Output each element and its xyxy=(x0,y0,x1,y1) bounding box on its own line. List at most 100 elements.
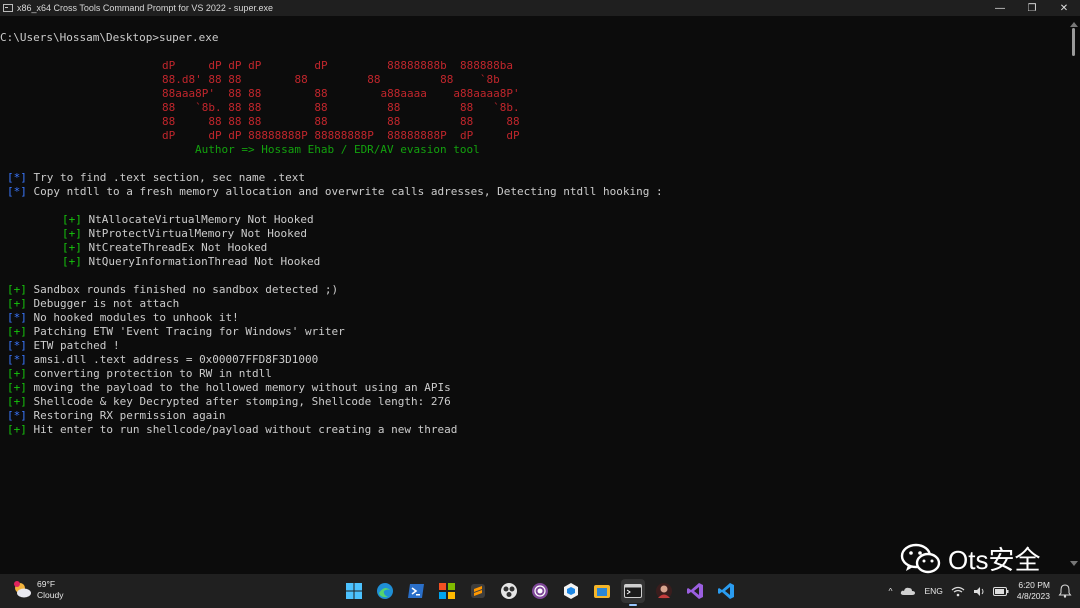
ascii-banner-line: dP dP dP 88888888P 88888888P 88888888P d… xyxy=(162,129,520,142)
clock-date: 4/8/2023 xyxy=(1016,591,1050,601)
notification-bell-icon[interactable] xyxy=(1058,584,1072,598)
onedrive-cloud-icon[interactable] xyxy=(900,586,916,596)
watermark: Ots安全 xyxy=(900,540,1040,577)
ok-tag: [+] xyxy=(62,255,82,268)
vertical-scrollbar[interactable] xyxy=(1068,16,1080,574)
wechat-icon xyxy=(900,543,941,573)
log-text: NtQueryInformationThread Not Hooked xyxy=(88,255,321,268)
log-text: NtCreateThreadEx Not Hooked xyxy=(88,241,268,254)
hook-line: [+] NtAllocateVirtualMemory Not Hooked xyxy=(62,213,314,227)
log-text: Try to find .text section, sec name .tex… xyxy=(33,171,306,184)
log-line: [+] converting protection to RW in ntdll xyxy=(7,367,272,381)
log-text: Hit enter to run shellcode/payload witho… xyxy=(33,423,458,436)
weather-condition: Cloudy xyxy=(37,590,64,600)
volume-icon[interactable] xyxy=(973,586,985,597)
ok-tag: [+] xyxy=(62,241,82,254)
log-text: Shellcode & key Decrypted after stomping… xyxy=(33,395,451,408)
windows-start-icon[interactable] xyxy=(342,579,366,603)
cube-app-icon[interactable] xyxy=(559,579,583,603)
log-text: converting protection to RW in ntdll xyxy=(33,367,272,380)
ok-tag: [+] xyxy=(7,395,27,408)
avatar-app-icon[interactable] xyxy=(652,579,676,603)
log-line: [*] Restoring RX permission again xyxy=(7,409,226,423)
log-line: [+] Hit enter to run shellcode/payload w… xyxy=(7,423,457,437)
console-output[interactable]: C:\Users\Hossam\Desktop>super.exe dP dP … xyxy=(0,16,1068,574)
ascii-banner-line: 88.d8' 88 88 88 88 88 `8b xyxy=(162,73,500,86)
scroll-down-arrow-icon[interactable] xyxy=(1070,561,1078,566)
taskbar-clock[interactable]: 6:20 PM 4/8/2023 xyxy=(1017,580,1050,602)
edge-browser-icon[interactable] xyxy=(373,579,397,603)
scrollbar-thumb[interactable] xyxy=(1072,28,1075,56)
close-button[interactable]: ✕ xyxy=(1048,0,1080,16)
log-text: No hooked modules to unhook it! xyxy=(33,311,239,324)
info-tag: [*] xyxy=(7,171,27,184)
log-line: [*] No hooked modules to unhook it! xyxy=(7,311,239,325)
log-text: Restoring RX permission again xyxy=(33,409,226,422)
log-line: [+] Debugger is not attach xyxy=(7,297,179,311)
ok-tag: [+] xyxy=(62,213,82,226)
hook-line: [+] NtProtectVirtualMemory Not Hooked xyxy=(62,227,307,241)
ascii-banner-line: 88aaa8P' 88 88 88 a88aaaa a88aaaa8P' xyxy=(162,87,520,100)
log-text: Patching ETW 'Event Tracing for Windows'… xyxy=(33,325,345,338)
powershell-icon[interactable] xyxy=(404,579,428,603)
sublime-text-icon[interactable] xyxy=(466,579,490,603)
log-line: [*] amsi.dll .text address = 0x00007FFD8… xyxy=(7,353,318,367)
taskbar-apps xyxy=(342,579,738,606)
ok-tag: [+] xyxy=(7,381,27,394)
log-text: Debugger is not attach xyxy=(33,297,180,310)
maximize-button[interactable]: ❐ xyxy=(1016,0,1048,16)
obs-icon[interactable] xyxy=(497,579,521,603)
cloudy-weather-icon xyxy=(12,580,32,600)
weather-widget[interactable]: 69°F Cloudy xyxy=(12,579,63,601)
file-explorer-icon[interactable] xyxy=(590,579,614,603)
hook-line: [+] NtQueryInformationThread Not Hooked xyxy=(62,255,320,269)
language-indicator[interactable]: ENG xyxy=(924,586,942,596)
ok-tag: [+] xyxy=(7,423,27,436)
ascii-banner-line: dP dP dP dP dP 88888888b 888888ba xyxy=(162,59,513,72)
log-text: NtProtectVirtualMemory Not Hooked xyxy=(88,227,308,240)
terminal-icon[interactable] xyxy=(621,579,645,606)
log-text: NtAllocateVirtualMemory Not Hooked xyxy=(88,213,314,226)
taskbar: 69°F Cloudy ^ ENG 6:20 PM 4/8/2023 xyxy=(0,574,1080,608)
visual-studio-icon[interactable] xyxy=(683,579,707,603)
window-titlebar: x86_x64 Cross Tools Command Prompt for V… xyxy=(0,0,1080,16)
log-line: [*] Try to find .text section, sec name … xyxy=(7,171,305,185)
log-line: [+] Shellcode & key Decrypted after stom… xyxy=(7,395,451,409)
log-text: amsi.dll .text address = 0x00007FFD8F3D1… xyxy=(33,353,319,366)
ok-tag: [+] xyxy=(7,297,27,310)
system-tray: ^ ENG 6:20 PM 4/8/2023 xyxy=(888,574,1072,608)
hook-line: [+] NtCreateThreadEx Not Hooked xyxy=(62,241,267,255)
wifi-icon[interactable] xyxy=(951,586,965,597)
battery-icon[interactable] xyxy=(992,586,1009,596)
show-hidden-icons-chevron-icon[interactable]: ^ xyxy=(888,586,892,596)
ascii-banner-line: 88 88 88 88 88 88 88 88 xyxy=(162,115,520,128)
tor-browser-icon[interactable] xyxy=(528,579,552,603)
log-text: ETW patched ! xyxy=(33,339,120,352)
info-tag: [*] xyxy=(7,339,27,352)
log-line: [*] ETW patched ! xyxy=(7,339,120,353)
ok-tag: [+] xyxy=(7,325,27,338)
watermark-text: Ots安全 xyxy=(948,545,1041,575)
log-line: [+] Patching ETW 'Event Tracing for Wind… xyxy=(7,325,345,339)
window-title: x86_x64 Cross Tools Command Prompt for V… xyxy=(17,3,273,13)
command-prompt-icon xyxy=(3,4,13,12)
log-text: Copy ntdll to a fresh memory allocation … xyxy=(33,185,663,198)
clock-time: 6:20 PM xyxy=(1018,580,1050,590)
scroll-up-arrow-icon[interactable] xyxy=(1070,22,1078,27)
log-text: Sandbox rounds finished no sandbox detec… xyxy=(33,283,339,296)
log-line: [*] Copy ntdll to a fresh memory allocat… xyxy=(7,185,663,199)
store-icon[interactable] xyxy=(435,579,459,603)
minimize-button[interactable]: — xyxy=(984,0,1016,16)
command-prompt-line: C:\Users\Hossam\Desktop>super.exe xyxy=(0,31,219,44)
ok-tag: [+] xyxy=(7,283,27,296)
log-line: [+] Sandbox rounds finished no sandbox d… xyxy=(7,283,338,297)
ok-tag: [+] xyxy=(62,227,82,240)
vscode-icon[interactable] xyxy=(714,579,738,603)
log-line: [+] moving the payload to the hollowed m… xyxy=(7,381,451,395)
info-tag: [*] xyxy=(7,185,27,198)
author-line: Author => Hossam Ehab / EDR/AV evasion t… xyxy=(195,143,480,156)
ascii-banner-line: 88 `8b. 88 88 88 88 88 `8b. xyxy=(162,101,520,114)
log-text: moving the payload to the hollowed memor… xyxy=(33,381,451,394)
info-tag: [*] xyxy=(7,353,27,366)
info-tag: [*] xyxy=(7,409,27,422)
